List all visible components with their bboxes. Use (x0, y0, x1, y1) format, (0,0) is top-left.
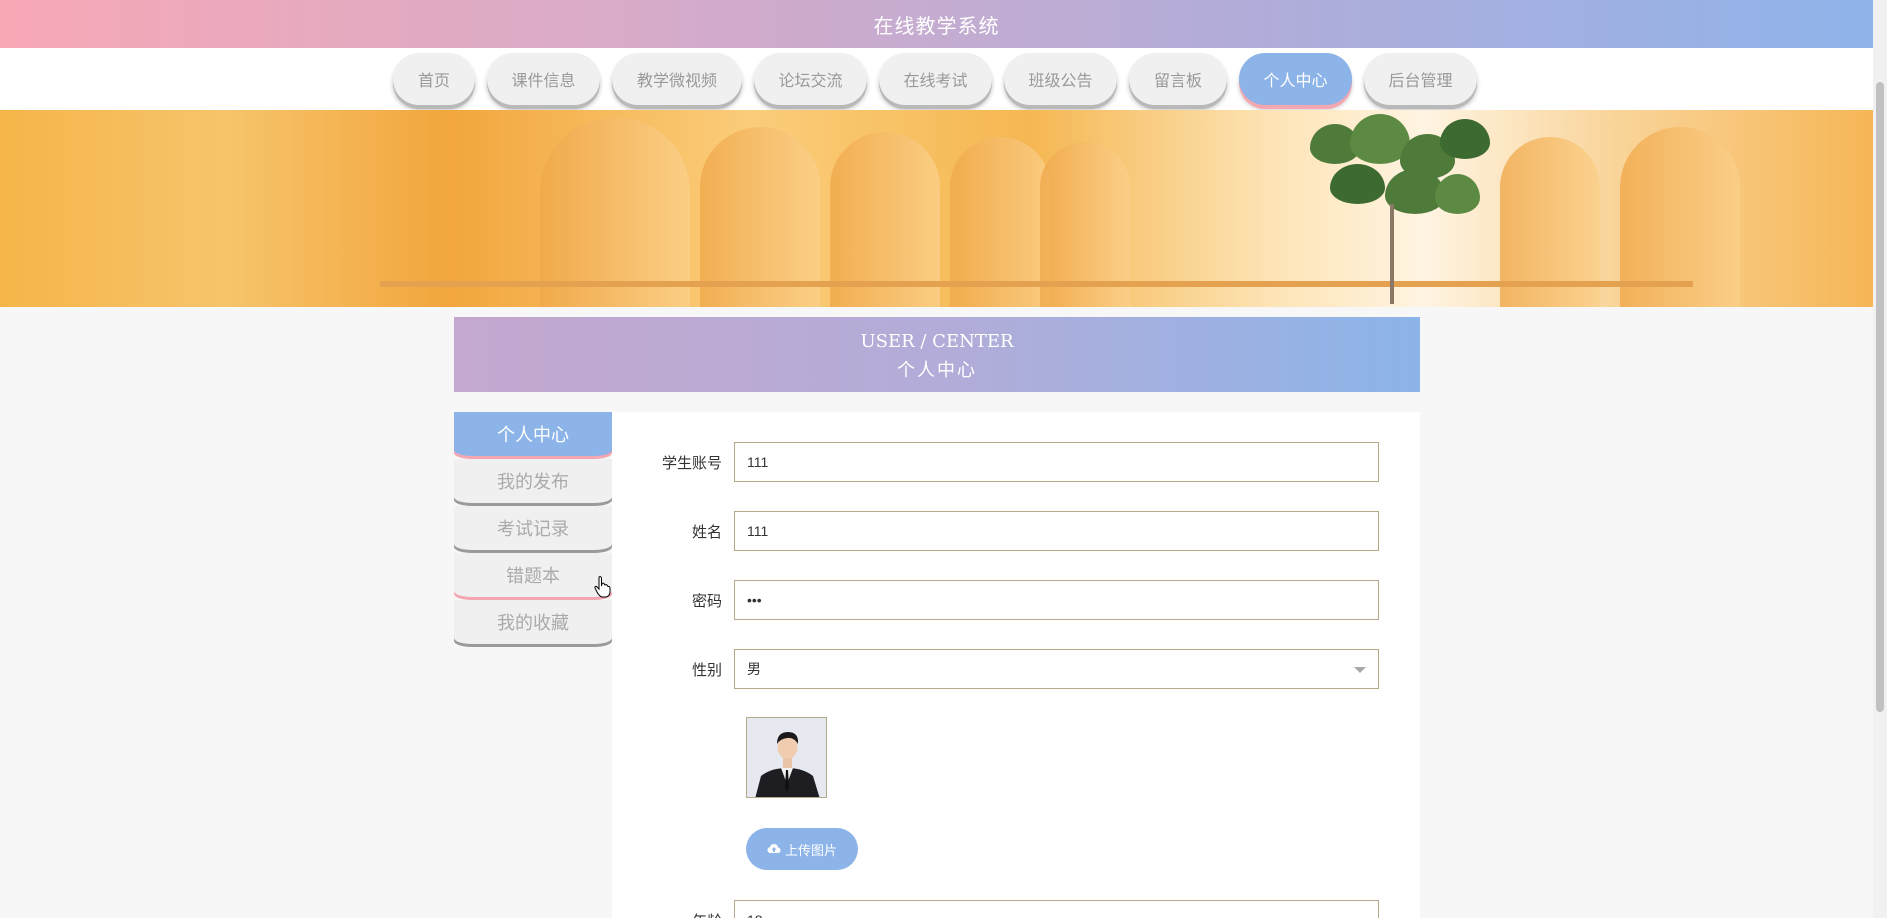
top-header: 在线教学系统 (0, 0, 1873, 48)
account-label: 学生账号 (661, 453, 722, 472)
password-input[interactable]: ••• (734, 580, 1379, 620)
name-input[interactable]: 111 (734, 511, 1379, 551)
nav-item-admin[interactable]: 后台管理 (1364, 53, 1477, 105)
plant-decoration (1290, 114, 1510, 304)
password-label: 密码 (691, 591, 722, 610)
main-nav: 首页 课件信息 教学微视频 论坛交流 在线考试 班级公告 留言板 个人中心 后台… (0, 48, 1873, 110)
upload-image-button[interactable]: 上传图片 (746, 828, 858, 870)
gender-label: 性别 (691, 660, 722, 679)
nav-item-class-notice[interactable]: 班级公告 (1004, 53, 1117, 105)
nav-item-micro-video[interactable]: 教学微视频 (612, 53, 742, 105)
nav-item-message-board[interactable]: 留言板 (1129, 53, 1227, 105)
site-title: 在线教学系统 (873, 13, 1000, 38)
nav-item-courseware[interactable]: 课件信息 (487, 53, 600, 105)
hand-cursor-icon (594, 576, 611, 598)
sidebar-item-favorites[interactable]: 我的收藏 (454, 600, 612, 644)
nav-item-user-center[interactable]: 个人中心 (1239, 53, 1352, 105)
nav-item-forum[interactable]: 论坛交流 (754, 53, 867, 105)
upload-label: 上传图片 (784, 843, 837, 859)
sidebar-item-user-center[interactable]: 个人中心 (454, 412, 612, 456)
nav-item-home[interactable]: 首页 (393, 53, 475, 105)
age-input[interactable]: 18 (734, 900, 1379, 918)
section-title-en: USER / CENTER (860, 331, 1014, 352)
gender-select[interactable]: 男 (734, 649, 1379, 689)
profile-form: 学生账号 111 姓名 111 密码 ••• 性别 男 上传图片 (612, 412, 1420, 918)
sidebar-item-my-posts[interactable]: 我的发布 (454, 459, 612, 503)
sidebar: 个人中心 我的发布 考试记录 错题本 我的收藏 (454, 412, 612, 647)
nav-item-online-exam[interactable]: 在线考试 (879, 53, 992, 105)
section-header: USER / CENTER 个人中心 (454, 317, 1420, 392)
section-title-cn: 个人中心 (897, 360, 977, 381)
age-label: 年龄 (612, 910, 734, 918)
sidebar-item-exam-records[interactable]: 考试记录 (454, 506, 612, 550)
avatar-image (746, 717, 827, 798)
account-input[interactable]: 111 (734, 442, 1379, 482)
cloud-upload-icon (767, 844, 781, 853)
gender-value: 男 (747, 661, 761, 677)
banner-image (0, 110, 1873, 307)
scrollbar-thumb[interactable] (1876, 82, 1884, 712)
name-label: 姓名 (691, 522, 722, 541)
page-scrollbar[interactable] (1873, 0, 1887, 918)
chevron-down-icon (1354, 667, 1366, 673)
sidebar-item-wrong-questions[interactable]: 错题本 (454, 553, 612, 597)
